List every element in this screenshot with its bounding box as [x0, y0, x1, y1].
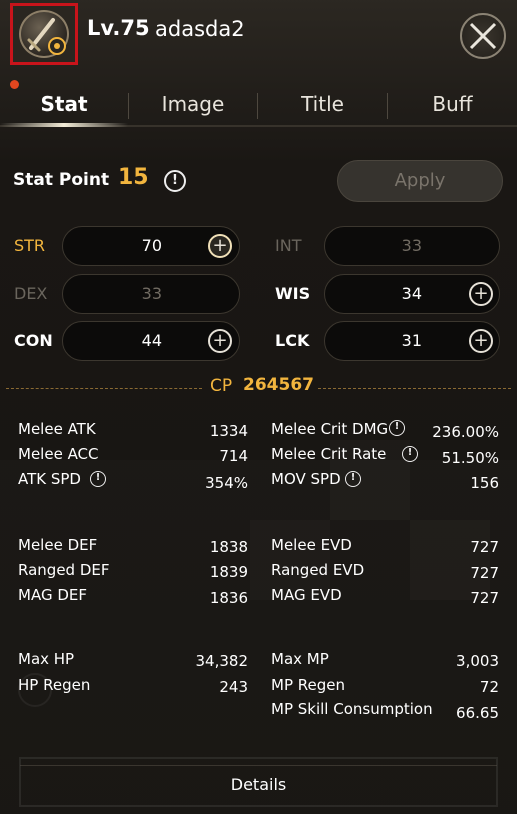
- melee-evd-value: 727: [470, 538, 499, 556]
- plus-button-wis[interactable]: +: [469, 282, 493, 306]
- ranged-evd-value: 727: [470, 564, 499, 582]
- header: Lv.75 adasda2: [0, 0, 517, 89]
- melee-atk-value: 1334: [209, 422, 248, 440]
- tab-active-indicator: [0, 123, 128, 127]
- stat-label-int: INT: [275, 236, 302, 255]
- close-button[interactable]: [460, 13, 506, 59]
- tab-bar: Stat Image Title Buff: [0, 85, 517, 133]
- atk-spd-value: 354%: [205, 474, 248, 492]
- stat-label-str: STR: [14, 236, 46, 255]
- info-icon[interactable]: !: [164, 170, 186, 192]
- mag-def-label: MAG DEF: [18, 586, 87, 604]
- max-mp-label: Max MP: [271, 650, 329, 668]
- mp-skill-consumption-value: 66.65: [456, 704, 499, 722]
- hp-regen-label: HP Regen: [18, 676, 91, 694]
- info-icon[interactable]: !: [345, 471, 361, 487]
- info-icon[interactable]: !: [402, 446, 418, 462]
- stat-label-dex: DEX: [14, 284, 48, 303]
- stat-value-int: 33: [401, 236, 422, 255]
- melee-crit-rate-value: 51.50%: [441, 449, 499, 467]
- max-hp-label: Max HP: [18, 650, 75, 668]
- ranged-def-value: 1839: [209, 563, 248, 581]
- melee-def-label: Melee DEF: [18, 536, 98, 554]
- avatar-highlight-box[interactable]: [10, 3, 78, 65]
- melee-crit-rate-label: Melee Crit Rate: [271, 445, 387, 463]
- stat-value-str: 70: [141, 236, 162, 255]
- melee-crit-dmg-value: 236.00%: [432, 423, 499, 441]
- stat-value-lck: 31: [401, 331, 422, 350]
- mp-skill-consumption-label: MP Skill Consumption: [271, 700, 433, 718]
- mp-regen-label: MP Regen: [271, 676, 345, 694]
- melee-atk-label: Melee ATK: [18, 420, 96, 438]
- character-info-panel: Lv.75 adasda2 Stat Image Title Buff Stat…: [0, 0, 517, 814]
- close-x-icon: [469, 22, 497, 50]
- tab-buff[interactable]: Buff: [388, 85, 517, 125]
- plus-button-str[interactable]: +: [208, 234, 232, 258]
- stat-value-wis: 34: [401, 284, 422, 303]
- character-name: adasda2: [155, 17, 245, 41]
- stat-point-value: 15: [118, 165, 149, 190]
- level-value: 75: [120, 16, 150, 40]
- atk-spd-label: ATK SPD: [18, 470, 81, 488]
- ranged-evd-label: Ranged EVD: [271, 561, 365, 579]
- max-mp-value: 3,003: [456, 652, 499, 670]
- details-button[interactable]: Details: [20, 765, 497, 805]
- plus-button-con[interactable]: +: [208, 329, 232, 353]
- melee-evd-label: Melee EVD: [271, 536, 352, 554]
- apply-button[interactable]: Apply: [337, 160, 503, 202]
- level-label: Lv.75: [87, 16, 150, 40]
- info-icon[interactable]: !: [90, 471, 106, 487]
- mov-spd-value: 156: [470, 474, 499, 492]
- stat-label-lck: LCK: [275, 331, 310, 350]
- stat-point-label: Stat Point: [13, 170, 110, 190]
- cp-value: 264567: [243, 375, 314, 395]
- mov-spd-label: MOV SPD: [271, 470, 341, 488]
- plus-button-lck[interactable]: +: [469, 329, 493, 353]
- tab-stat[interactable]: Stat: [0, 85, 128, 125]
- cp-divider-right: [318, 388, 511, 389]
- cp-label: CP: [210, 376, 233, 396]
- melee-acc-label: Melee ACC: [18, 445, 99, 463]
- mag-evd-label: MAG EVD: [271, 586, 342, 604]
- sword-emblem-icon: [27, 18, 66, 55]
- stat-label-con: CON: [14, 331, 53, 350]
- mp-regen-value: 72: [479, 678, 499, 696]
- stat-value-con: 44: [141, 331, 162, 350]
- mag-evd-value: 727: [470, 589, 499, 607]
- ranged-def-label: Ranged DEF: [18, 561, 110, 579]
- mag-def-value: 1836: [209, 589, 248, 607]
- tab-title[interactable]: Title: [258, 85, 387, 125]
- tab-image[interactable]: Image: [129, 85, 257, 125]
- melee-acc-value: 714: [219, 447, 248, 465]
- info-icon[interactable]: !: [389, 420, 405, 436]
- hp-regen-value: 243: [219, 678, 248, 696]
- stat-value-dex: 33: [141, 284, 162, 303]
- max-hp-value: 34,382: [195, 652, 249, 670]
- melee-crit-dmg-label: Melee Crit DMG: [271, 420, 389, 438]
- melee-def-value: 1838: [209, 538, 248, 556]
- avatar[interactable]: [19, 10, 69, 58]
- stat-label-wis: WIS: [275, 284, 311, 303]
- cp-divider-left: [6, 388, 202, 389]
